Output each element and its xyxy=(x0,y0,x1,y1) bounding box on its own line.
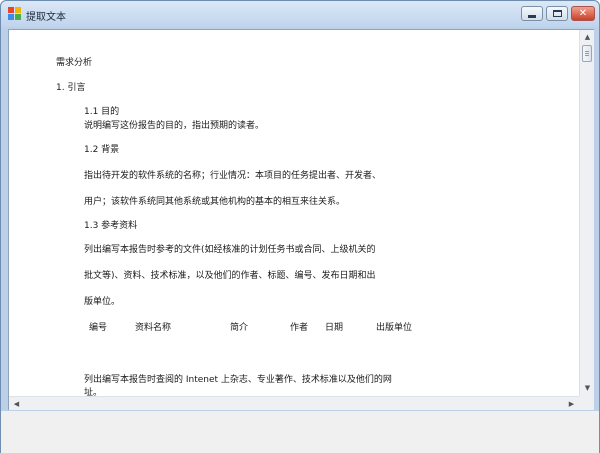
app-icon xyxy=(8,7,21,20)
scroll-up-icon[interactable]: ▲ xyxy=(580,31,595,43)
doc-section-1: 1. 引言 xyxy=(56,83,86,93)
doc-paragraph: 址。 xyxy=(84,388,103,396)
doc-subsection-1-2: 1.2 背景 xyxy=(84,145,120,155)
table-header-cell: 简介 xyxy=(230,323,249,333)
vertical-scroll-thumb[interactable] xyxy=(582,45,592,62)
maximize-icon xyxy=(552,10,562,17)
horizontal-scrollbar[interactable]: ◀ ▶ xyxy=(9,396,579,410)
close-icon: ✕ xyxy=(578,7,588,19)
doc-paragraph: 说明编写这份报告的目的，指出预期的读者。 xyxy=(84,121,265,131)
doc-paragraph: 列出编写本报告时参考的文件(如经核准的计划任务书或合同、上级机关的 xyxy=(84,245,376,255)
text-viewer[interactable]: 需求分析 1. 引言 1.1 目的 说明编写这份报告的目的，指出预期的读者。 1… xyxy=(8,29,594,410)
scroll-down-icon[interactable]: ▼ xyxy=(580,382,595,394)
doc-paragraph: 批文等)、资料、技术标准，以及他们的作者、标题、编号、发布日期和出 xyxy=(84,271,376,281)
title-bar[interactable]: 提取文本 ✕ xyxy=(1,1,599,27)
table-header-cell: 出版单位 xyxy=(376,323,413,333)
close-button[interactable]: ✕ xyxy=(571,6,595,21)
scroll-left-icon[interactable]: ◀ xyxy=(9,398,24,410)
window-title: 提取文本 xyxy=(26,12,66,23)
doc-subsection-1-3: 1.3 参考资料 xyxy=(84,221,138,231)
scrollbar-corner xyxy=(579,396,594,410)
doc-paragraph: 列出编写本报告时查阅的 Intenet 上杂志、专业著作、技术标准以及他们的网 xyxy=(84,375,392,385)
minimize-button[interactable] xyxy=(521,6,543,21)
document-content[interactable]: 需求分析 1. 引言 1.1 目的 说明编写这份报告的目的，指出预期的读者。 1… xyxy=(9,30,579,396)
scroll-right-icon[interactable]: ▶ xyxy=(564,398,579,410)
doc-paragraph: 用户；该软件系统同其他系统或其他机构的基本的相互来往关系。 xyxy=(84,197,346,207)
table-header-cell: 编号 xyxy=(89,323,108,333)
doc-paragraph: 版单位。 xyxy=(84,297,121,307)
doc-subsection-1-1: 1.1 目的 xyxy=(84,107,120,117)
table-header-cell: 资料名称 xyxy=(135,323,172,333)
doc-paragraph: 指出待开发的软件系统的名称；行业情况：本项目的任务提出者、开发者、 xyxy=(84,171,382,181)
table-header-cell: 日期 xyxy=(325,323,344,333)
minimize-icon xyxy=(528,14,536,18)
maximize-button[interactable] xyxy=(546,6,568,21)
vertical-scrollbar[interactable]: ▲ ▼ xyxy=(579,30,594,396)
doc-heading: 需求分析 xyxy=(56,58,93,68)
extract-text-window: 提取文本 ✕ 需求分析 1. 引言 1.1 目的 说明编写这份报告的目的，指出预… xyxy=(0,0,600,453)
bottom-panel xyxy=(1,411,599,453)
table-header-cell: 作者 xyxy=(290,323,309,333)
